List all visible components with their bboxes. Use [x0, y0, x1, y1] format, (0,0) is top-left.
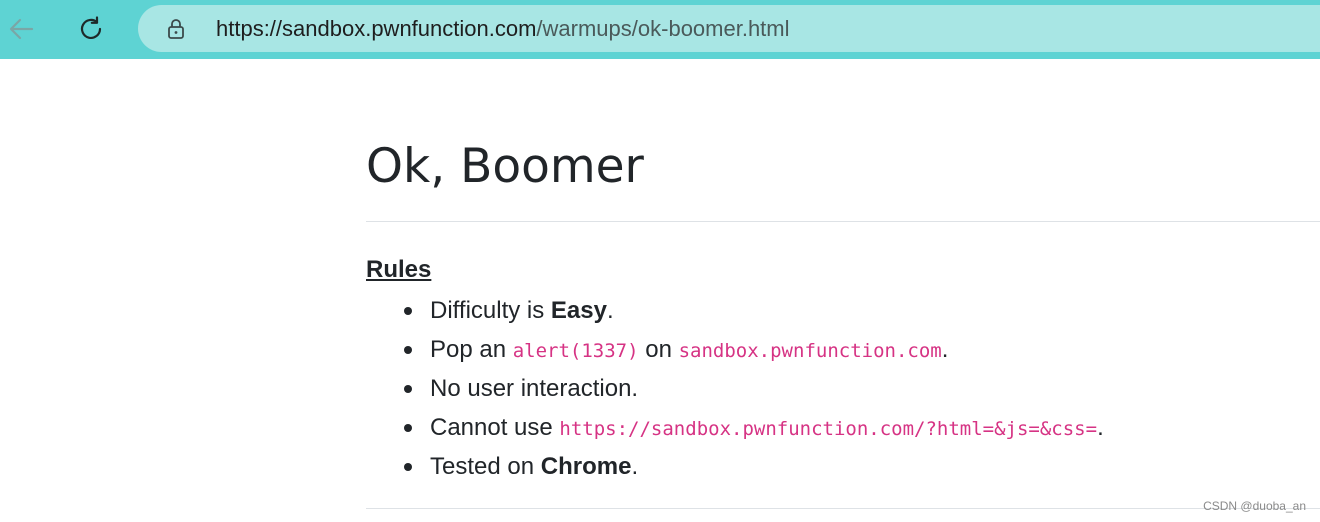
- rules-heading: Rules: [366, 256, 432, 283]
- lock-icon: [168, 19, 184, 39]
- back-button[interactable]: [0, 8, 42, 50]
- rule-text: Pop an: [430, 336, 513, 363]
- url-path: /warmups/ok-boomer.html: [536, 16, 790, 41]
- reload-icon: [80, 16, 102, 39]
- alert-code: alert(1337): [512, 340, 639, 362]
- rule-browser: Tested on Chrome.: [404, 447, 1104, 486]
- rule-text: on: [638, 336, 679, 363]
- address-bar[interactable]: https://sandbox.pwnfunction.com/warmups/…: [138, 5, 1320, 52]
- rule-text: Tested on: [430, 453, 541, 480]
- rules-list: Difficulty is Easy. Pop an alert(1337) o…: [366, 291, 1104, 486]
- restricted-url-code: https://sandbox.pwnfunction.com/?html=&j…: [559, 418, 1098, 440]
- rule-text: Cannot use: [430, 414, 560, 441]
- rule-text: Difficulty is: [430, 297, 551, 324]
- rule-text: No user interaction.: [430, 375, 639, 402]
- rule-goal: Pop an alert(1337) on sandbox.pwnfunctio…: [404, 330, 1104, 369]
- divider-bottom: [366, 508, 1320, 509]
- url-text[interactable]: https://sandbox.pwnfunction.com/warmups/…: [216, 15, 790, 42]
- rule-text: .: [631, 453, 639, 480]
- rule-text: .: [941, 336, 949, 363]
- rule-text: .: [606, 297, 614, 324]
- browser-toolbar: https://sandbox.pwnfunction.com/warmups/…: [0, 0, 1320, 59]
- browser-value: Chrome: [540, 453, 632, 480]
- rule-interaction: No user interaction.: [404, 369, 1104, 408]
- rule-text: .: [1097, 414, 1104, 441]
- rule-difficulty: Difficulty is Easy.: [404, 291, 1104, 330]
- reload-button[interactable]: [70, 8, 112, 50]
- difficulty-value: Easy: [550, 297, 607, 324]
- rule-restriction: Cannot use https://sandbox.pwnfunction.c…: [404, 408, 1104, 447]
- back-arrow-icon: [9, 18, 34, 40]
- page-title: Ok, Boomer: [366, 139, 644, 194]
- url-host: https://sandbox.pwnfunction.com: [216, 16, 537, 41]
- watermark: CSDN @duoba_an: [1203, 499, 1306, 513]
- domain-code: sandbox.pwnfunction.com: [678, 340, 942, 362]
- divider-top: [366, 221, 1320, 222]
